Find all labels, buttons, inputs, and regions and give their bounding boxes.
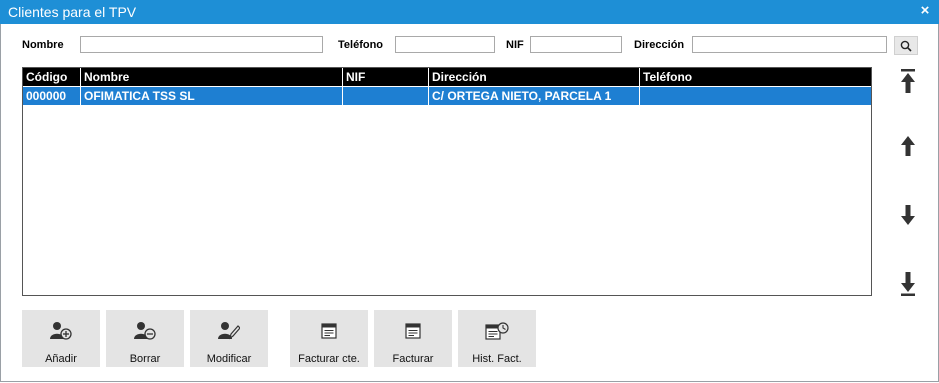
cell-nif xyxy=(343,87,429,105)
last-record-button[interactable] xyxy=(897,271,919,297)
column-header-nif[interactable]: NIF xyxy=(343,68,429,86)
column-header-codigo[interactable]: Código xyxy=(23,68,81,86)
add-user-icon xyxy=(50,322,72,340)
modify-button-label: Modificar xyxy=(206,353,252,365)
clients-table[interactable]: Código Nombre NIF Dirección Teléfono 000… xyxy=(22,67,872,296)
invoice-icon xyxy=(405,323,421,339)
first-record-button[interactable] xyxy=(897,68,919,94)
invoice-client-button[interactable]: Facturar cte. xyxy=(290,310,368,367)
column-header-telefono[interactable]: Teléfono xyxy=(640,68,871,86)
edit-user-icon xyxy=(218,322,240,340)
add-button[interactable]: Añadir xyxy=(22,310,100,367)
add-button-label: Añadir xyxy=(45,353,77,365)
next-record-button[interactable] xyxy=(897,202,919,228)
remove-user-icon xyxy=(134,322,156,340)
cell-direccion: C/ ORTEGA NIETO, PARCELA 1 xyxy=(429,87,640,105)
close-icon[interactable]: × xyxy=(917,2,933,20)
column-header-direccion[interactable]: Dirección xyxy=(429,68,640,86)
search-button[interactable] xyxy=(894,36,918,55)
invoice-client-button-label: Facturar cte. xyxy=(298,353,360,365)
delete-button[interactable]: Borrar xyxy=(106,310,184,367)
window-title: Clientes para el TPV xyxy=(8,4,137,20)
invoice-history-icon xyxy=(485,322,509,340)
telefono-label: Teléfono xyxy=(338,39,384,51)
invoice-history-button[interactable]: Hist. Fact. xyxy=(458,310,536,367)
search-icon xyxy=(900,40,912,52)
invoice-button[interactable]: Facturar xyxy=(374,310,452,367)
arrow-up-icon xyxy=(901,136,915,156)
table-row[interactable]: 000000 OFIMATICA TSS SL C/ ORTEGA NIETO,… xyxy=(23,87,871,105)
invoice-button-label: Facturar xyxy=(392,353,434,365)
cell-codigo: 000000 xyxy=(23,87,81,105)
telefono-input[interactable] xyxy=(395,36,495,53)
nombre-input[interactable] xyxy=(80,36,323,53)
nif-label: NIF xyxy=(506,39,524,51)
cell-telefono xyxy=(640,87,871,105)
nombre-label: Nombre xyxy=(22,39,64,51)
previous-record-button[interactable] xyxy=(897,133,919,159)
invoice-history-button-label: Hist. Fact. xyxy=(472,353,522,365)
nif-input[interactable] xyxy=(530,36,622,53)
arrow-down-icon xyxy=(901,205,915,225)
column-header-nombre[interactable]: Nombre xyxy=(81,68,343,86)
table-header: Código Nombre NIF Dirección Teléfono xyxy=(23,68,871,86)
invoice-icon xyxy=(321,323,337,339)
cell-nombre: OFIMATICA TSS SL xyxy=(81,87,343,105)
title-bar: Clientes para el TPV × xyxy=(0,0,939,24)
modify-button[interactable]: Modificar xyxy=(190,310,268,367)
direccion-input[interactable] xyxy=(692,36,887,53)
arrow-to-bottom-icon xyxy=(901,272,915,296)
direccion-label: Dirección xyxy=(634,39,685,51)
delete-button-label: Borrar xyxy=(129,353,161,365)
arrow-to-top-icon xyxy=(901,69,915,93)
